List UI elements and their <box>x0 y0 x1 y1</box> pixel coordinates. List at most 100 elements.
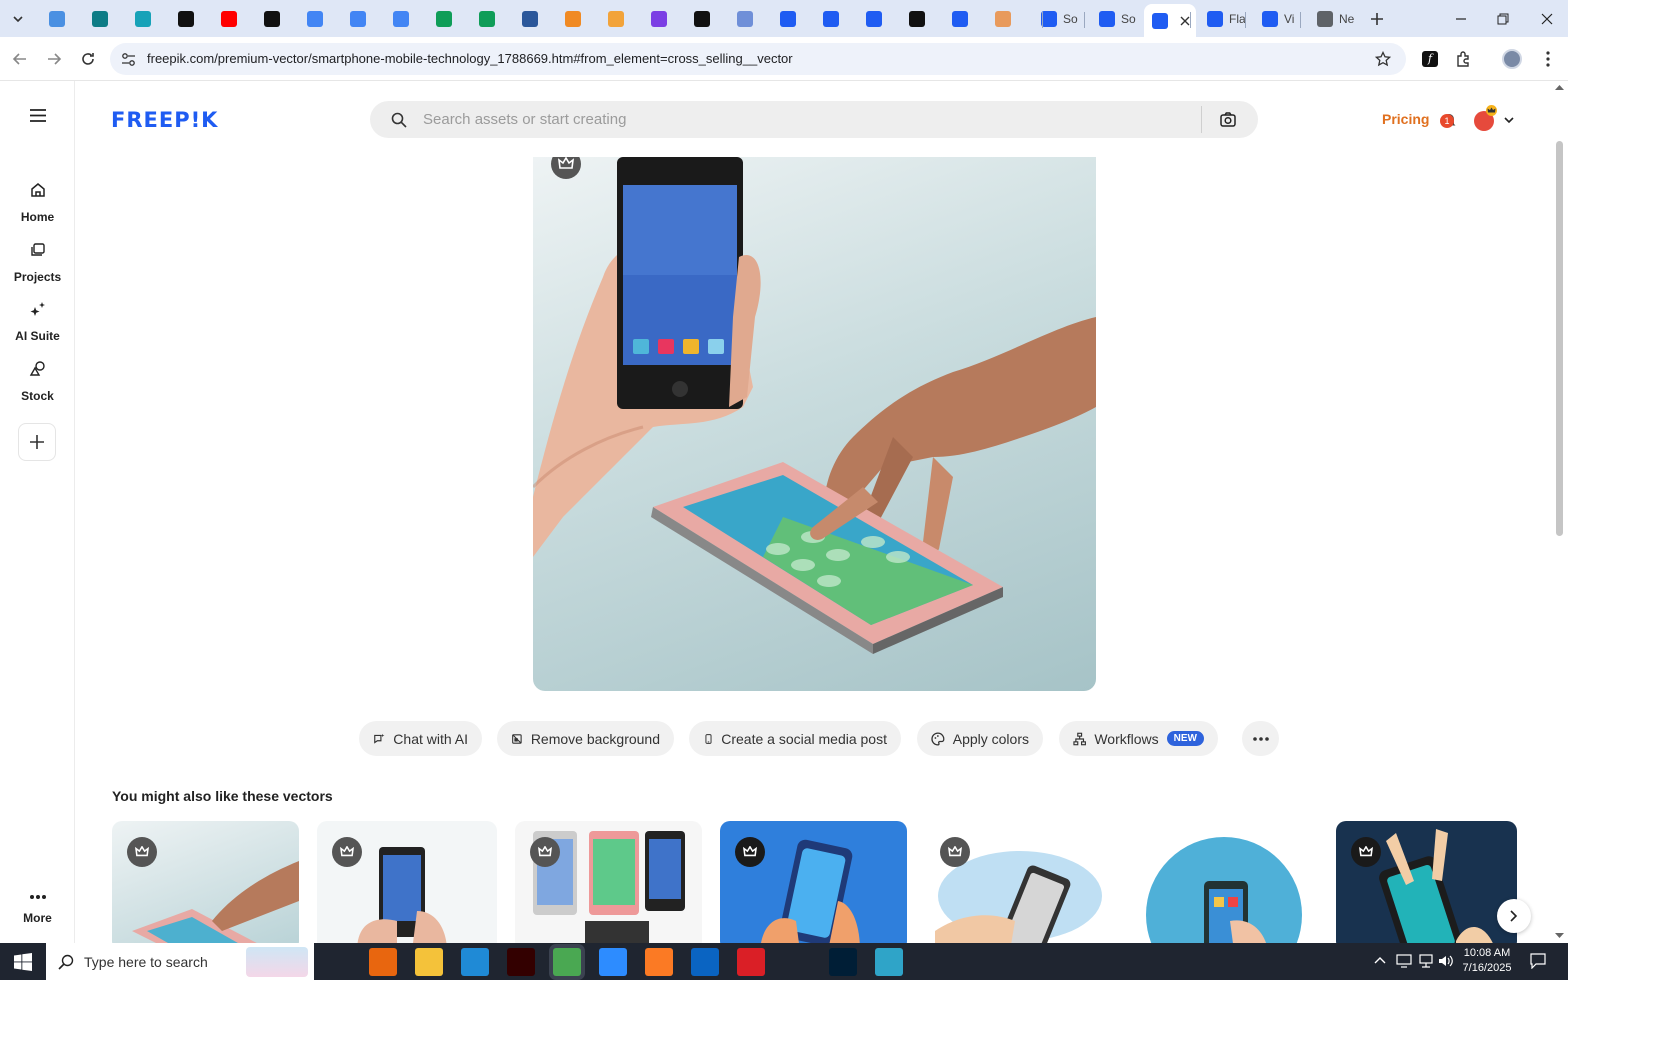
browser-tab[interactable]: Fla <box>1199 6 1251 32</box>
reload-button[interactable] <box>74 45 102 73</box>
browser-tab[interactable]: So <box>1091 6 1141 32</box>
sidebar-item-home[interactable]: Home <box>0 181 75 224</box>
browser-tab[interactable] <box>689 6 715 32</box>
restore-button[interactable] <box>1492 6 1514 32</box>
browser-tab[interactable] <box>87 6 113 32</box>
user-account-button[interactable] <box>1474 105 1514 132</box>
notification-center-icon[interactable] <box>1530 953 1546 969</box>
pen-tool-icon[interactable] <box>783 948 811 976</box>
system-clock[interactable]: 10:08 AM 7/16/2025 <box>1456 946 1518 976</box>
task-view-icon[interactable] <box>322 948 350 976</box>
illustrator-icon[interactable] <box>507 948 535 976</box>
search-bar[interactable]: Search assets or start creating <box>370 101 1258 138</box>
browser-tab[interactable] <box>775 6 801 32</box>
site-settings-icon[interactable] <box>121 52 136 67</box>
browser-tab[interactable] <box>517 6 543 32</box>
bookmark-star-icon[interactable] <box>1375 51 1391 67</box>
address-bar[interactable]: freepik.com/premium-vector/smartphone-mo… <box>110 43 1406 75</box>
apply-colors-button[interactable]: Apply colors <box>917 721 1043 756</box>
taskbar-search-placeholder: Type here to search <box>84 953 208 970</box>
close-icon[interactable] <box>1180 16 1190 26</box>
browser-tab[interactable] <box>130 6 156 32</box>
browser-tab[interactable] <box>474 6 500 32</box>
related-thumbnail[interactable] <box>515 821 702 943</box>
related-thumbnail[interactable] <box>317 821 497 943</box>
forward-button[interactable] <box>40 45 68 73</box>
network-icon[interactable] <box>1418 954 1434 968</box>
browser-tab[interactable] <box>345 6 371 32</box>
firefox-icon[interactable] <box>369 948 397 976</box>
pricing-link[interactable]: Pricing <box>1382 111 1429 127</box>
minimize-button[interactable] <box>1450 6 1472 32</box>
related-thumbnail[interactable] <box>925 821 1112 943</box>
url-text[interactable]: freepik.com/premium-vector/smartphone-mo… <box>147 51 793 66</box>
volume-icon[interactable] <box>1438 954 1454 968</box>
carousel-next-button[interactable] <box>1497 899 1531 933</box>
browser-tab[interactable] <box>44 6 70 32</box>
search-input[interactable]: Search assets or start creating <box>423 111 626 128</box>
browser-tab[interactable] <box>947 6 973 32</box>
browser-tab[interactable] <box>603 6 629 32</box>
outlook-icon[interactable] <box>691 948 719 976</box>
browser-tab[interactable] <box>431 6 457 32</box>
browser-tab[interactable] <box>861 6 887 32</box>
related-thumbnail[interactable] <box>112 821 299 943</box>
related-thumbnail[interactable] <box>1336 821 1517 943</box>
remove-background-button[interactable]: Remove background <box>497 721 674 756</box>
device-icon[interactable] <box>1396 954 1412 968</box>
xampp-icon[interactable] <box>645 948 673 976</box>
sidebar-add-button[interactable] <box>18 423 56 461</box>
browser-tab[interactable] <box>388 6 414 32</box>
browser-tab[interactable] <box>732 6 758 32</box>
sidebar-item-more[interactable]: More <box>0 887 75 925</box>
app-icon[interactable] <box>875 948 903 976</box>
main-vector-preview[interactable] <box>533 157 1096 691</box>
browser-tab[interactable] <box>259 6 285 32</box>
browser-tab[interactable] <box>216 6 242 32</box>
chrome-menu-button[interactable] <box>1534 45 1562 73</box>
sidebar-item-ai-suite[interactable]: AI Suite <box>0 300 75 343</box>
browser-tab[interactable] <box>990 6 1016 32</box>
related-thumbnail[interactable] <box>1130 821 1317 943</box>
creative-cloud-icon[interactable] <box>737 948 765 976</box>
create-social-post-button[interactable]: Create a social media post <box>689 721 901 756</box>
file-explorer-icon[interactable] <box>415 948 443 976</box>
browser-tab[interactable] <box>818 6 844 32</box>
scroll-up-arrow-icon[interactable] <box>1555 84 1564 90</box>
chat-with-ai-button[interactable]: Chat with AI <box>359 721 482 756</box>
browser-tab[interactable] <box>646 6 672 32</box>
scroll-down-arrow-icon[interactable] <box>1555 933 1564 939</box>
browser-tab[interactable] <box>560 6 586 32</box>
show-hidden-icons-icon[interactable] <box>1374 956 1386 964</box>
browser-tab[interactable]: Vi <box>1254 6 1306 32</box>
browser-tab[interactable] <box>302 6 328 32</box>
browser-tab[interactable] <box>173 6 199 32</box>
sidebar-item-stock[interactable]: Stock <box>0 360 75 403</box>
notifications-button[interactable]: 1 <box>1440 111 1458 129</box>
tab-search-button[interactable] <box>4 6 32 32</box>
camera-icon[interactable] <box>1220 112 1236 127</box>
close-window-button[interactable] <box>1536 6 1558 32</box>
scrollbar-thumb[interactable] <box>1556 141 1563 536</box>
back-button[interactable] <box>6 45 34 73</box>
zoom-icon[interactable] <box>599 948 627 976</box>
related-thumbnail[interactable] <box>720 821 907 943</box>
sidebar-item-projects[interactable]: Projects <box>0 241 75 284</box>
profile-button[interactable] <box>1498 45 1526 73</box>
browser-tab[interactable] <box>904 6 930 32</box>
photoshop-icon[interactable] <box>829 948 857 976</box>
workflows-button[interactable]: Workflows NEW <box>1059 721 1218 756</box>
browser-tab[interactable] <box>1144 4 1196 37</box>
sidebar-menu-button[interactable] <box>0 109 75 127</box>
more-actions-button[interactable] <box>1242 721 1279 756</box>
freepik-logo[interactable]: FREEP!K <box>111 108 218 132</box>
extension-button[interactable]: f <box>1416 45 1444 73</box>
browser-tab[interactable]: Ne <box>1309 6 1361 32</box>
vscode-icon[interactable] <box>461 948 489 976</box>
start-button[interactable] <box>9 948 37 976</box>
chrome-icon[interactable] <box>553 948 581 976</box>
taskbar-search-box[interactable]: Type here to search <box>46 943 314 980</box>
extensions-button[interactable] <box>1450 45 1478 73</box>
new-tab-button[interactable] <box>1364 6 1390 32</box>
page-scrollbar[interactable] <box>1551 81 1568 943</box>
